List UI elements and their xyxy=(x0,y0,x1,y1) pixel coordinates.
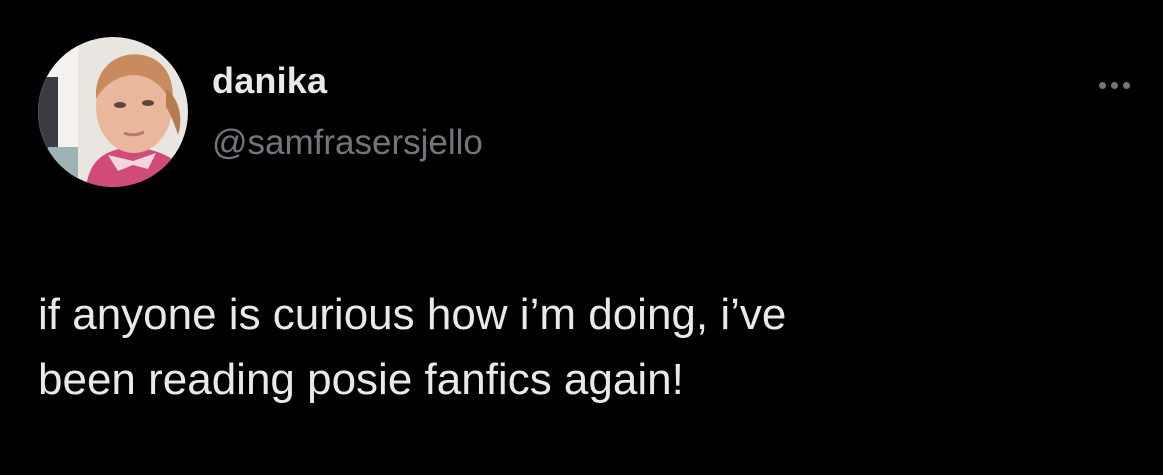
display-name[interactable]: danika xyxy=(212,60,327,102)
tweet-text-line: if anyone is curious how i’m doing, i’ve xyxy=(38,290,787,339)
tweet-text-line: been reading posie fanfics again! xyxy=(38,355,684,404)
more-horizontal-icon xyxy=(1122,81,1130,89)
tweet-card: danika @samfrasersjello if anyone is cur… xyxy=(0,0,1163,475)
tweet-text: if anyone is curious how i’m doing, i’ve… xyxy=(38,282,1128,412)
more-options-button[interactable] xyxy=(1086,70,1142,100)
user-handle[interactable]: @samfrasersjello xyxy=(212,123,483,163)
more-horizontal-icon xyxy=(1098,81,1106,89)
avatar-photo xyxy=(38,37,188,187)
avatar[interactable] xyxy=(38,37,188,187)
more-horizontal-icon xyxy=(1110,81,1118,89)
